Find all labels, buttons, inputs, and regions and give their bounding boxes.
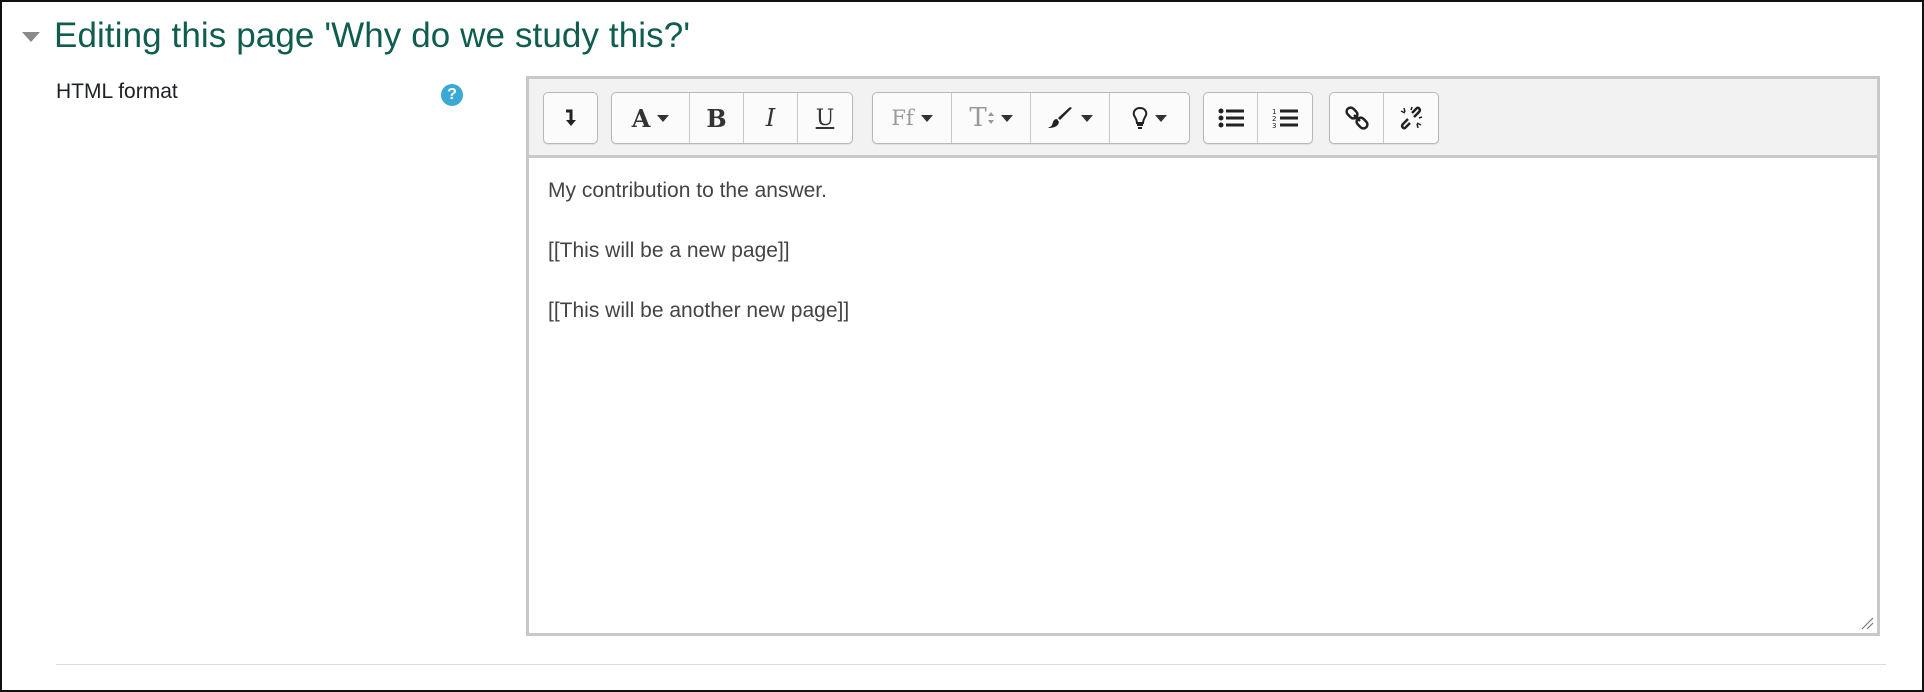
bold-label: B — [706, 103, 727, 133]
editor-toolbar: A B I U Ff T 1 2 3 — [529, 79, 1877, 158]
font-size-label: T — [969, 103, 987, 133]
unlink-icon — [1400, 106, 1423, 130]
numbered-list-button[interactable]: 1 2 3 — [1258, 93, 1312, 143]
html-format-label: HTML format — [56, 80, 178, 103]
collapse-caret-icon[interactable] — [22, 32, 40, 42]
text-color-button[interactable]: A — [612, 93, 690, 143]
section-title: Editing this page 'Why do we study this?… — [54, 16, 691, 55]
editor-paragraph: [[This will be another new page]] — [548, 299, 850, 322]
html-editor: A B I U Ff T 1 2 3 My contribution to th… — [526, 76, 1880, 636]
unordered-list-icon — [1218, 108, 1244, 128]
toolbar-group-format: Ff T — [872, 92, 1190, 144]
chevron-down-icon — [657, 114, 670, 122]
svg-text:3: 3 — [1272, 122, 1276, 129]
chevron-down-icon — [1155, 114, 1167, 122]
bold-button[interactable]: B — [690, 93, 744, 143]
font-family-button[interactable]: Ff — [873, 93, 952, 143]
text-color-label: A — [631, 103, 651, 133]
link-icon — [1344, 106, 1369, 130]
show-more-buttons-button[interactable] — [544, 93, 597, 143]
italic-label: I — [765, 104, 776, 132]
editor-content-area[interactable]: My contribution to the answer. [[This wi… — [529, 158, 1877, 374]
page-frame: Editing this page 'Why do we study this?… — [0, 0, 1924, 692]
font-family-label: Ff — [891, 106, 914, 130]
font-size-button[interactable]: T — [952, 93, 1031, 143]
up-down-arrows-icon — [987, 112, 994, 124]
ordered-list-icon: 1 2 3 — [1272, 108, 1298, 129]
brush-icon — [1047, 107, 1072, 128]
brush-button[interactable] — [1031, 93, 1110, 143]
bullet-list-button[interactable] — [1204, 93, 1258, 143]
chevron-down-icon — [920, 114, 933, 122]
underline-button[interactable]: U — [798, 93, 852, 143]
resize-handle-icon[interactable] — [1860, 616, 1874, 630]
toolbar-group-lists: 1 2 3 — [1203, 92, 1313, 144]
section-header[interactable]: Editing this page 'Why do we study this?… — [22, 16, 690, 56]
chevron-down-icon — [1000, 114, 1013, 122]
lightbulb-icon — [1132, 107, 1148, 129]
collapse-toggle-icon — [565, 109, 576, 126]
underline-label: U — [815, 105, 835, 131]
toolbar-group-style: A B I U — [611, 92, 853, 144]
link-button[interactable] — [1330, 93, 1384, 143]
toolbar-group-collapse — [543, 92, 598, 144]
help-icon[interactable]: ? — [441, 84, 463, 106]
chevron-down-icon — [1080, 114, 1093, 122]
toolbar-group-links — [1329, 92, 1439, 144]
editor-paragraph: My contribution to the answer. — [548, 179, 827, 202]
unlink-button[interactable] — [1384, 93, 1438, 143]
section-divider — [56, 664, 1886, 665]
italic-button[interactable]: I — [744, 93, 798, 143]
editor-paragraph: [[This will be a new page]] — [548, 239, 790, 262]
lightbulb-button[interactable] — [1110, 93, 1189, 143]
